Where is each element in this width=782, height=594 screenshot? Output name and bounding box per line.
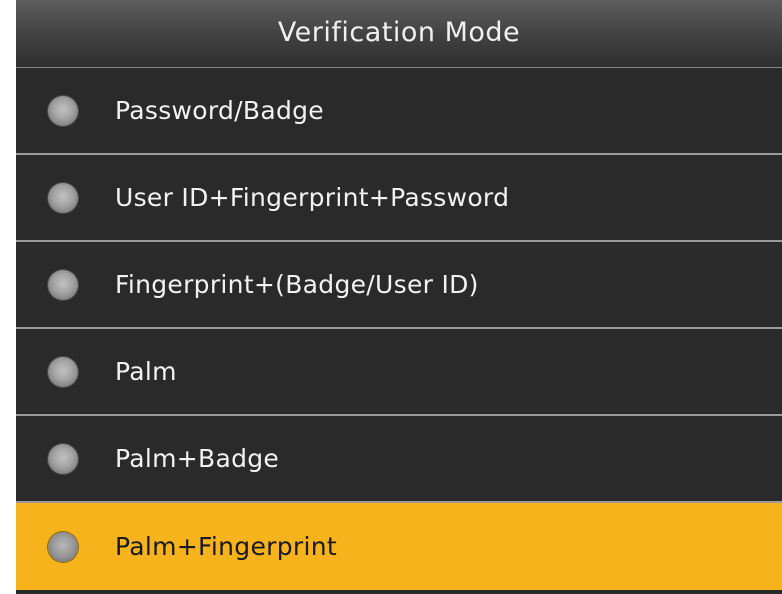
radio-button-icon[interactable] (48, 95, 78, 126)
option-label: Palm+Fingerprint (115, 532, 337, 561)
option-password-badge[interactable]: Password/Badge (16, 68, 782, 155)
radio-button-icon[interactable] (48, 182, 78, 213)
option-palm-fingerprint[interactable]: Palm+Fingerprint (16, 503, 782, 590)
option-userid-fingerprint-password[interactable]: User ID+Fingerprint+Password (16, 155, 782, 242)
option-palm[interactable]: Palm (16, 329, 782, 416)
option-label: User ID+Fingerprint+Password (115, 183, 510, 212)
radio-button-icon[interactable] (48, 531, 78, 562)
title-bar: Verification Mode (16, 0, 782, 68)
option-label: Palm (115, 357, 177, 386)
verification-mode-list: Password/Badge User ID+Fingerprint+Passw… (16, 68, 782, 590)
radio-button-icon[interactable] (48, 443, 78, 474)
radio-button-icon[interactable] (48, 269, 78, 300)
option-fingerprint-badge-userid[interactable]: Fingerprint+(Badge/User ID) (16, 242, 782, 329)
option-label: Palm+Badge (115, 444, 280, 473)
option-label: Fingerprint+(Badge/User ID) (115, 270, 479, 299)
page-title: Verification Mode (277, 17, 521, 48)
option-palm-badge[interactable]: Palm+Badge (16, 416, 782, 503)
radio-button-icon[interactable] (48, 356, 78, 387)
verification-mode-screen: Verification Mode Password/Badge User ID… (16, 0, 782, 594)
option-label: Password/Badge (115, 96, 324, 125)
